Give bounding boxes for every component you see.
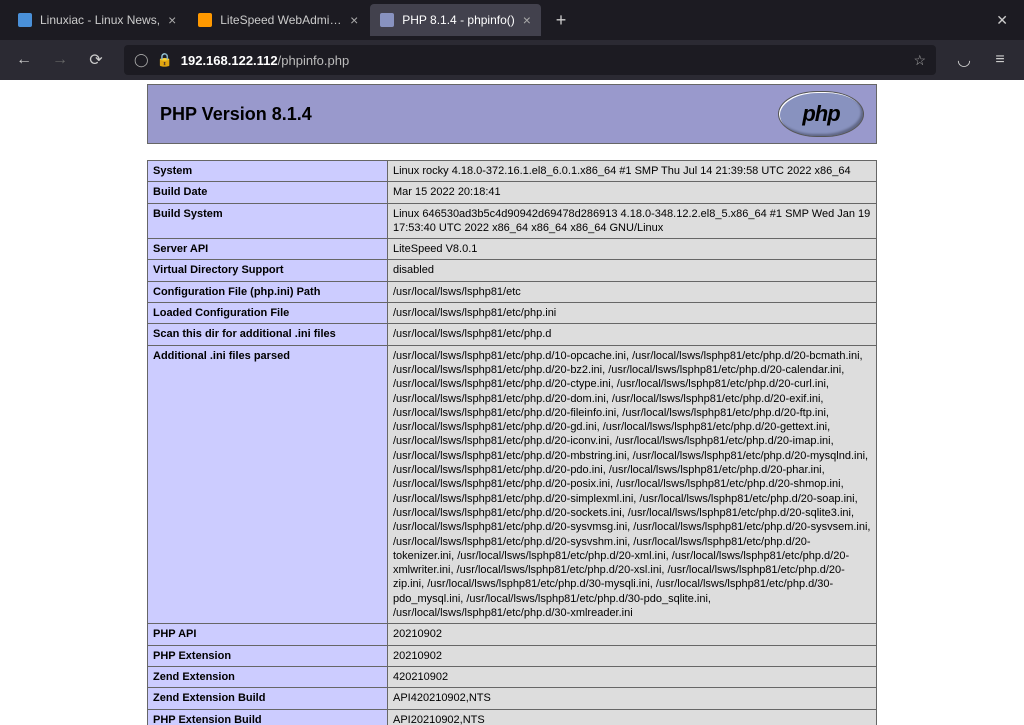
tab-label: PHP 8.1.4 - phpinfo() <box>402 13 515 27</box>
address-bar[interactable]: ◯ 🔒 192.168.122.112/phpinfo.php ☆ <box>124 45 936 75</box>
config-key: System <box>148 161 388 182</box>
config-value: API20210902,NTS <box>388 709 877 725</box>
config-value: LiteSpeed V8.0.1 <box>388 239 877 260</box>
table-row: PHP Extension20210902 <box>148 645 877 666</box>
phpinfo-table: SystemLinux rocky 4.18.0-372.16.1.el8_6.… <box>147 160 877 725</box>
tab-label: Linuxiac - Linux News, <box>40 13 160 27</box>
php-logo: php <box>778 91 864 137</box>
tab-close-icon[interactable]: × <box>523 12 531 28</box>
config-value: /usr/local/lsws/lsphp81/etc/php.ini <box>388 303 877 324</box>
tab-favicon-icon <box>198 13 212 27</box>
config-key: Zend Extension <box>148 666 388 687</box>
browser-tab[interactable]: PHP 8.1.4 - phpinfo() × <box>370 4 541 36</box>
table-row: Build DateMar 15 2022 20:18:41 <box>148 182 877 203</box>
browser-window: Linuxiac - Linux News,×LiteSpeed WebAdmi… <box>0 0 1024 725</box>
config-key: Build System <box>148 203 388 239</box>
config-value: Mar 15 2022 20:18:41 <box>388 182 877 203</box>
tab-close-icon[interactable]: × <box>350 12 358 28</box>
tab-favicon-icon <box>18 13 32 27</box>
config-value: 20210902 <box>388 645 877 666</box>
config-key: Build Date <box>148 182 388 203</box>
shield-icon: ◯ <box>134 52 149 68</box>
table-row: Configuration File (php.ini) Path/usr/lo… <box>148 281 877 302</box>
table-row: Server APILiteSpeed V8.0.1 <box>148 239 877 260</box>
config-value: /usr/local/lsws/lsphp81/etc <box>388 281 877 302</box>
table-row: Zend Extension420210902 <box>148 666 877 687</box>
config-value: Linux 646530ad3b5c4d90942d69478d286913 4… <box>388 203 877 239</box>
tab-bar: Linuxiac - Linux News,×LiteSpeed WebAdmi… <box>0 0 1024 40</box>
config-key: Additional .ini files parsed <box>148 345 388 624</box>
config-value: /usr/local/lsws/lsphp81/etc/php.d <box>388 324 877 345</box>
url-host: 192.168.122.112 <box>181 53 278 68</box>
browser-tab[interactable]: LiteSpeed WebAdmin C × <box>188 4 368 36</box>
menu-button[interactable]: ≡ <box>984 44 1016 76</box>
table-row: Scan this dir for additional .ini files/… <box>148 324 877 345</box>
page-title: PHP Version 8.1.4 <box>160 104 312 125</box>
config-key: PHP Extension <box>148 645 388 666</box>
url-text: 192.168.122.112/phpinfo.php <box>181 53 349 68</box>
config-key: Zend Extension Build <box>148 688 388 709</box>
table-row: PHP Extension BuildAPI20210902,NTS <box>148 709 877 725</box>
pocket-button[interactable]: ◡ <box>948 44 980 76</box>
reload-button[interactable]: ⟳ <box>80 44 112 76</box>
tab-favicon-icon <box>380 13 394 27</box>
table-row: PHP API20210902 <box>148 624 877 645</box>
table-row: Additional .ini files parsed/usr/local/l… <box>148 345 877 624</box>
config-key: Configuration File (php.ini) Path <box>148 281 388 302</box>
phpinfo-header: PHP Version 8.1.4 php <box>147 84 877 144</box>
new-tab-button[interactable]: + <box>547 6 575 34</box>
nav-bar: ← → ⟳ ◯ 🔒 192.168.122.112/phpinfo.php ☆ … <box>0 40 1024 80</box>
page-content: PHP Version 8.1.4 php SystemLinux rocky … <box>0 80 1024 725</box>
config-value: 20210902 <box>388 624 877 645</box>
config-key: Loaded Configuration File <box>148 303 388 324</box>
tab-close-icon[interactable]: × <box>168 12 176 28</box>
bookmark-star-icon[interactable]: ☆ <box>913 52 926 69</box>
table-row: Virtual Directory Supportdisabled <box>148 260 877 281</box>
window-close-button[interactable]: ✕ <box>988 8 1016 33</box>
config-value: disabled <box>388 260 877 281</box>
url-path: /phpinfo.php <box>278 53 350 68</box>
table-row: Build SystemLinux 646530ad3b5c4d90942d69… <box>148 203 877 239</box>
forward-button[interactable]: → <box>44 44 76 76</box>
table-row: SystemLinux rocky 4.18.0-372.16.1.el8_6.… <box>148 161 877 182</box>
config-key: PHP API <box>148 624 388 645</box>
tab-label: LiteSpeed WebAdmin C <box>220 13 342 27</box>
config-value: API420210902,NTS <box>388 688 877 709</box>
config-value: /usr/local/lsws/lsphp81/etc/php.d/10-opc… <box>388 345 877 624</box>
config-value: Linux rocky 4.18.0-372.16.1.el8_6.0.1.x8… <box>388 161 877 182</box>
table-row: Zend Extension BuildAPI420210902,NTS <box>148 688 877 709</box>
config-key: Virtual Directory Support <box>148 260 388 281</box>
config-key: Scan this dir for additional .ini files <box>148 324 388 345</box>
config-value: 420210902 <box>388 666 877 687</box>
config-key: PHP Extension Build <box>148 709 388 725</box>
back-button[interactable]: ← <box>8 44 40 76</box>
lock-icon: 🔒 <box>157 52 173 68</box>
config-key: Server API <box>148 239 388 260</box>
browser-tab[interactable]: Linuxiac - Linux News, × <box>8 4 186 36</box>
table-row: Loaded Configuration File/usr/local/lsws… <box>148 303 877 324</box>
